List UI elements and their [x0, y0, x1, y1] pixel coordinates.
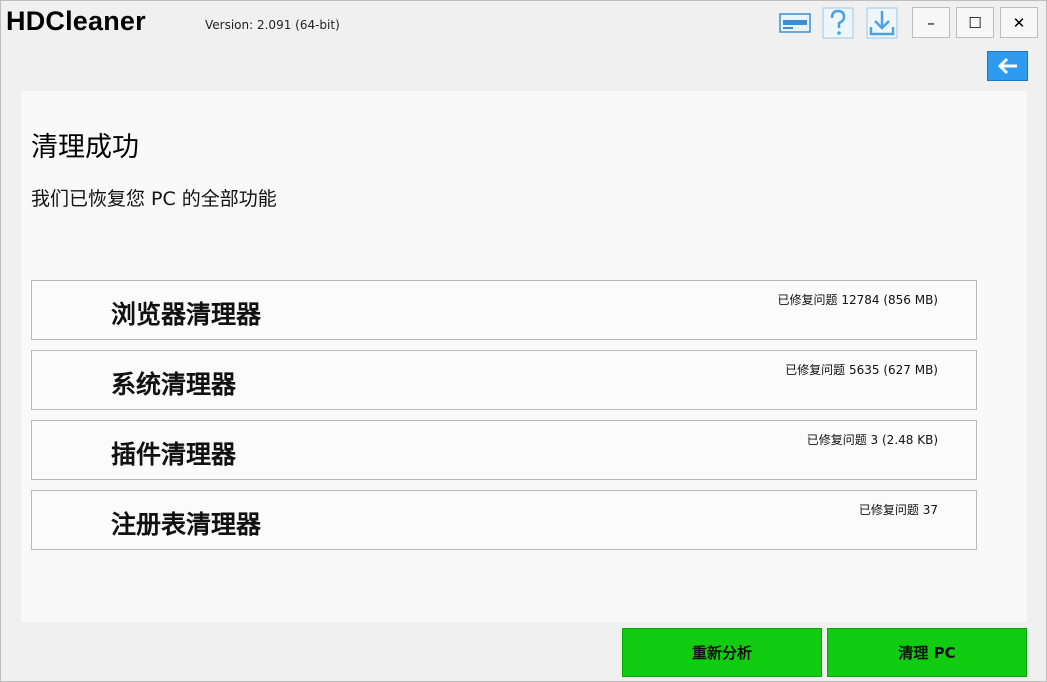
cleaner-row-browser[interactable]: 浏览器清理器 已修复问题 12784 (856 MB): [31, 280, 977, 340]
page-title: 清理成功: [31, 132, 139, 163]
clean-pc-button[interactable]: 清理 PC: [827, 628, 1027, 677]
cleaner-row-registry[interactable]: 注册表清理器 已修复问题 37: [31, 490, 977, 550]
cleaner-name: 浏览器清理器: [111, 300, 262, 329]
arrow-left-icon: [997, 57, 1017, 75]
maximize-icon: ☐: [968, 13, 982, 32]
reanalyze-button[interactable]: 重新分析: [622, 628, 822, 677]
license-icon[interactable]: [779, 7, 811, 39]
cleaner-stat: 已修复问题 12784 (856 MB): [777, 293, 938, 307]
maximize-button[interactable]: ☐: [956, 7, 994, 38]
cleaner-name: 注册表清理器: [111, 510, 262, 539]
cleaner-row-system[interactable]: 系统清理器 已修复问题 5635 (627 MB): [31, 350, 977, 410]
cleaner-stat: 已修复问题 5635 (627 MB): [785, 363, 938, 377]
close-icon: ✕: [1012, 13, 1026, 32]
download-icon[interactable]: [866, 7, 898, 39]
minimize-icon: –: [927, 13, 935, 32]
cleaner-name: 插件清理器: [111, 440, 237, 469]
main-panel: 清理成功 我们已恢复您 PC 的全部功能 浏览器清理器 已修复问题 12784 …: [21, 91, 1027, 622]
help-icon[interactable]: [822, 7, 854, 39]
page-subtitle: 我们已恢复您 PC 的全部功能: [31, 188, 277, 210]
version-label: Version: 2.091 (64-bit): [205, 18, 340, 32]
cleaner-name: 系统清理器: [111, 370, 237, 399]
cleaner-stat: 已修复问题 3 (2.48 KB): [806, 433, 938, 447]
close-button[interactable]: ✕: [1000, 7, 1038, 38]
app-title: HDCleaner: [6, 6, 146, 36]
minimize-button[interactable]: –: [912, 7, 950, 38]
cleaner-row-plugin[interactable]: 插件清理器 已修复问题 3 (2.48 KB): [31, 420, 977, 480]
cleaner-stat: 已修复问题 37: [858, 503, 938, 517]
back-button[interactable]: [987, 51, 1028, 81]
